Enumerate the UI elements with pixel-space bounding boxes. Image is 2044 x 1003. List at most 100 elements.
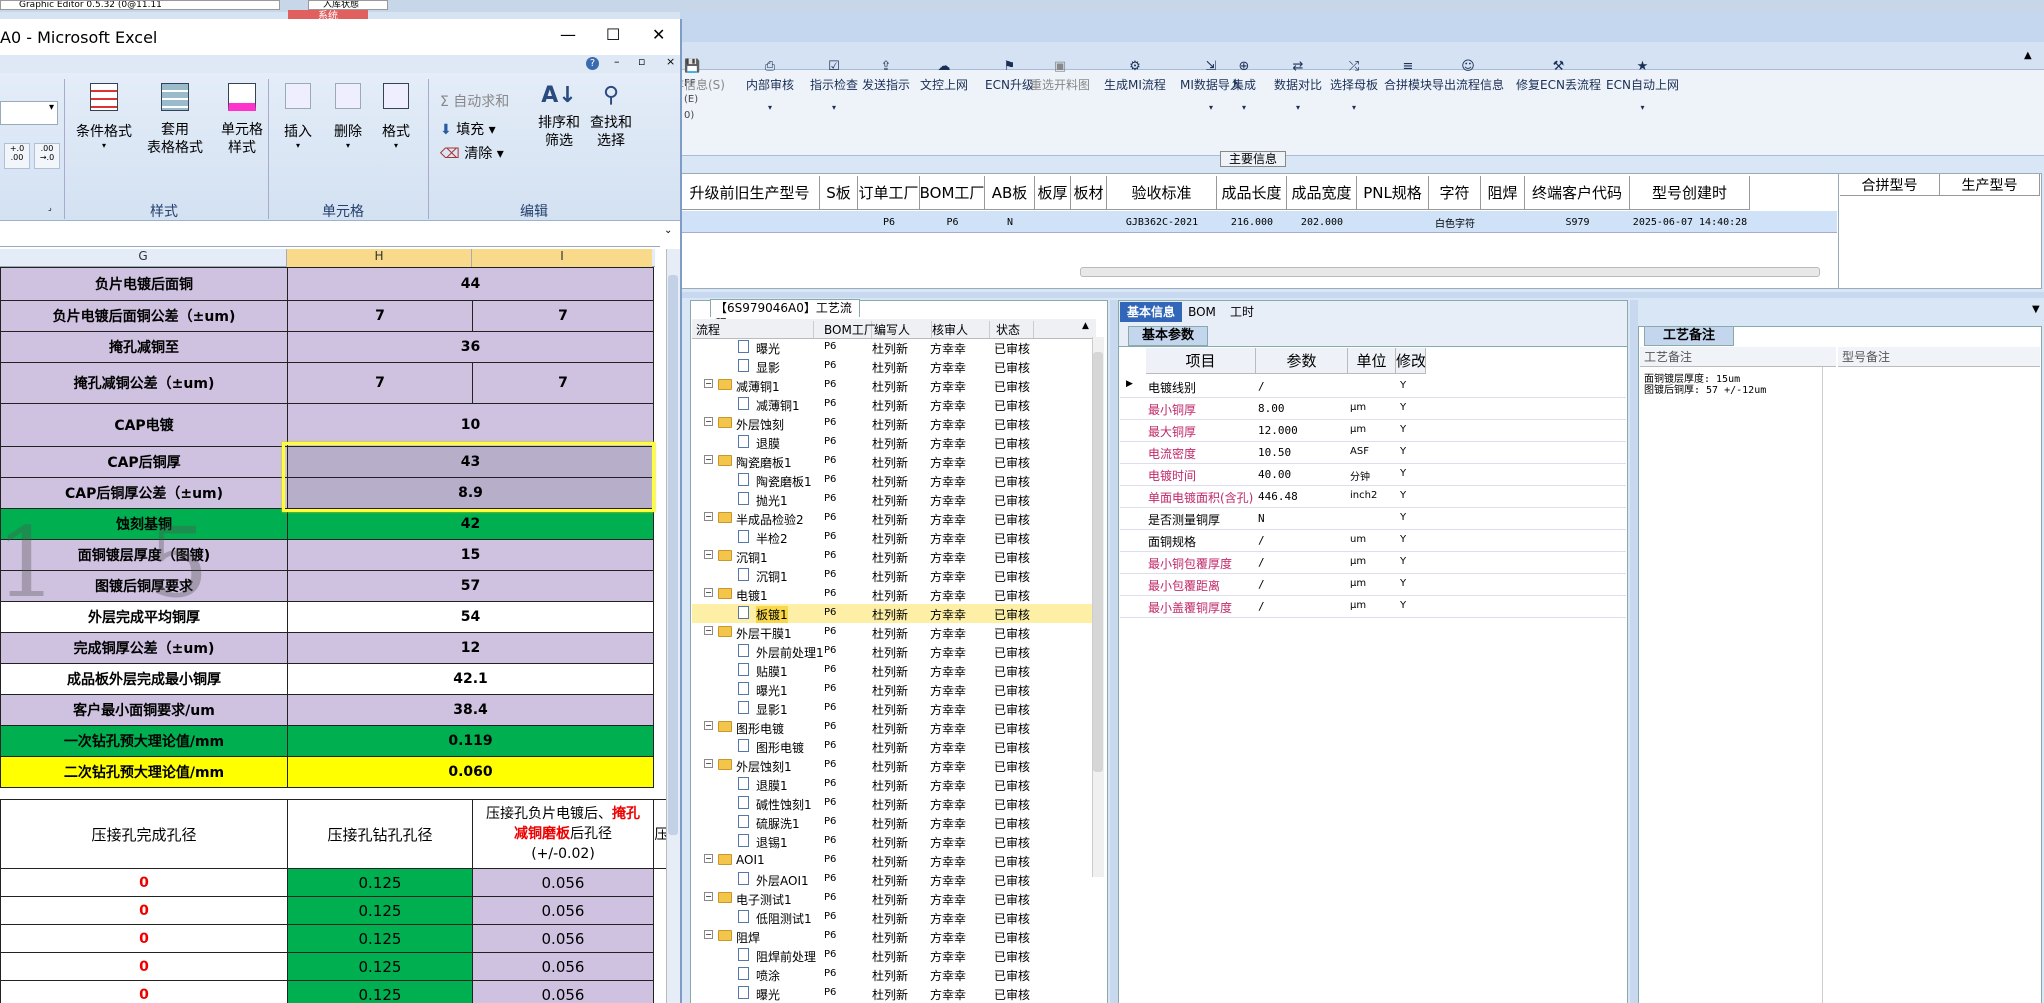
tree-expander-icon[interactable]: − bbox=[704, 417, 713, 426]
note-tab[interactable]: 工艺备注 bbox=[1644, 326, 1734, 346]
process-row[interactable]: − 电镀1 P6 杜列新 方幸幸 已审核 bbox=[692, 585, 1092, 604]
param-row[interactable]: 面铜规格 / um Y bbox=[1120, 530, 1626, 552]
grid-cell-5[interactable] bbox=[1035, 212, 1071, 232]
toolbar-button-13[interactable]: ☺ 导出流程信息 bbox=[1432, 60, 1504, 93]
grid-cell-6[interactable] bbox=[1071, 212, 1107, 232]
process-row[interactable]: − 阻焊 P6 杜列新 方幸幸 已审核 bbox=[692, 927, 1092, 946]
cell-i[interactable]: 7 bbox=[472, 362, 654, 404]
param-header-0[interactable]: 项目 bbox=[1146, 348, 1256, 374]
cell-g[interactable]: 掩孔减铜公差（±um) bbox=[0, 362, 288, 404]
cell-g[interactable]: 二次钻孔预大理论值/mm bbox=[0, 756, 288, 788]
cell-g[interactable]: CAP后铜厚公差（±um) bbox=[0, 477, 288, 509]
cell-g[interactable]: 客户最小面铜要求/um bbox=[0, 694, 288, 726]
grid-header-7[interactable]: 验收标准 bbox=[1107, 176, 1217, 210]
press-cell-h[interactable]: 0.125 bbox=[287, 980, 473, 1003]
press-cell-g[interactable]: 0 bbox=[0, 924, 288, 953]
cell-g[interactable]: 负片电镀后面铜 bbox=[0, 267, 288, 301]
tree-expander-icon[interactable]: − bbox=[704, 854, 713, 863]
process-row[interactable]: 显影 P6 杜列新 方幸幸 已审核 bbox=[692, 357, 1092, 376]
param-tab[interactable]: 基本参数 bbox=[1128, 326, 1208, 346]
process-header-0[interactable]: 流程 bbox=[694, 321, 814, 338]
process-row[interactable]: 曝光 P6 杜列新 方幸幸 已审核 bbox=[692, 984, 1092, 1003]
tree-expander-icon[interactable]: − bbox=[704, 512, 713, 521]
help-icon[interactable]: ? bbox=[586, 57, 599, 70]
toolbar-button-10[interactable]: ⇄ 数据对比 ▾ bbox=[1274, 60, 1322, 113]
param-row[interactable]: 电镀时间 40.00 分钟 Y bbox=[1120, 464, 1626, 486]
toolbar-button-6[interactable]: ▣ 重选开料图 bbox=[1030, 60, 1090, 93]
process-row[interactable]: 减薄铜1 P6 杜列新 方幸幸 已审核 bbox=[692, 395, 1092, 414]
process-row[interactable]: 外层AOI1 P6 杜列新 方幸幸 已审核 bbox=[692, 870, 1092, 889]
cell-g[interactable]: CAP电镀 bbox=[0, 403, 288, 447]
toolbar-button-12[interactable]: ≡ 合拼模块 bbox=[1384, 60, 1432, 93]
column-header-i[interactable]: I bbox=[472, 249, 652, 267]
param-row[interactable]: 是否测量铜厚 N Y bbox=[1120, 508, 1626, 530]
number-launcher-icon[interactable]: ⌟ bbox=[48, 203, 52, 212]
process-header-3[interactable]: 核审人 bbox=[930, 321, 990, 338]
panel-splitter-1[interactable] bbox=[1110, 300, 1118, 1003]
toolbar-button-11[interactable]: ⤮ 选择母板 ▾ bbox=[1330, 60, 1378, 113]
cell-h[interactable]: 0.119 bbox=[287, 725, 654, 757]
ribbon-min-icon[interactable]: – bbox=[614, 55, 620, 68]
process-row[interactable]: 低阻测试1 P6 杜列新 方幸幸 已审核 bbox=[692, 908, 1092, 927]
grid-header-0[interactable]: 升级前旧生产型号 bbox=[680, 176, 820, 210]
press-cell-h[interactable]: 0.125 bbox=[287, 924, 473, 953]
grid-cell-0[interactable] bbox=[680, 212, 820, 232]
toolbar-button-2[interactable]: ☑ 指示检查 ▾ bbox=[810, 60, 858, 113]
process-row[interactable]: 阻焊前处理 P6 杜列新 方幸幸 已审核 bbox=[692, 946, 1092, 965]
info-tab-0[interactable]: 基本信息 bbox=[1120, 302, 1182, 322]
process-row[interactable]: 退锡1 P6 杜列新 方幸幸 已审核 bbox=[692, 832, 1092, 851]
param-row[interactable]: ▶ 电镀线别 / Y bbox=[1120, 376, 1626, 398]
process-row[interactable]: 显影1 P6 杜列新 方幸幸 已审核 bbox=[692, 699, 1092, 718]
cell-h[interactable]: 12 bbox=[287, 632, 654, 664]
process-row[interactable]: − 图形电镀 P6 杜列新 方幸幸 已审核 bbox=[692, 718, 1092, 737]
process-header-4[interactable]: 状态 bbox=[994, 321, 1034, 338]
column-header-h[interactable]: H bbox=[287, 249, 472, 267]
ribbon-close-icon[interactable]: × bbox=[666, 55, 675, 68]
process-row[interactable]: 喷涂 P6 杜列新 方幸幸 已审核 bbox=[692, 965, 1092, 984]
tree-expander-icon[interactable]: − bbox=[704, 588, 713, 597]
grid-cell-8[interactable]: 216.000 bbox=[1217, 212, 1287, 232]
cell-h[interactable]: 54 bbox=[287, 601, 654, 633]
decrease-decimal-icon[interactable]: .00 →.0 bbox=[34, 143, 60, 169]
param-header-1[interactable]: 参数 bbox=[1256, 348, 1348, 374]
grid-header-3[interactable]: BOM工厂 bbox=[920, 176, 985, 210]
grid-cell-9[interactable]: 202.000 bbox=[1287, 212, 1357, 232]
press-header-g[interactable]: 压接孔完成孔径 bbox=[0, 799, 288, 869]
increase-decimal-icon[interactable]: +.0 .00 bbox=[4, 143, 30, 169]
process-row[interactable]: 碱性蚀刻1 P6 杜列新 方幸幸 已审核 bbox=[692, 794, 1092, 813]
cell-h[interactable]: 10 bbox=[287, 403, 654, 447]
tree-expander-icon[interactable]: − bbox=[704, 550, 713, 559]
toolbar-button-3[interactable]: ⇪ 发送指示 bbox=[862, 60, 910, 93]
grid-cell-4[interactable]: N bbox=[985, 212, 1035, 232]
insert-button[interactable]: 插入 ▾ bbox=[278, 83, 318, 150]
cell-g[interactable]: 成品板外层完成最小铜厚 bbox=[0, 663, 288, 695]
grid-header-13[interactable]: 终端客户代码 bbox=[1525, 176, 1630, 210]
cell-h[interactable]: 7 bbox=[287, 362, 473, 404]
erp-collapse-icon[interactable]: ▲ bbox=[2024, 50, 2032, 61]
param-row[interactable]: 最小盖覆铜厚度 / μm Y bbox=[1120, 596, 1626, 618]
cell-h[interactable]: 15 bbox=[287, 539, 654, 571]
grid-cell-13[interactable]: S979 bbox=[1525, 212, 1630, 232]
process-row[interactable]: 退膜1 P6 杜列新 方幸幸 已审核 bbox=[692, 775, 1092, 794]
cell-h[interactable]: 0.060 bbox=[287, 756, 654, 788]
cell-g[interactable]: 负片电镀后面铜公差（±um) bbox=[0, 300, 288, 332]
toolbar-button-4[interactable]: ☁ 文控上网 bbox=[920, 60, 968, 93]
press-cell-i[interactable]: 0.056 bbox=[472, 868, 654, 897]
delete-button[interactable]: 删除 ▾ bbox=[328, 83, 368, 150]
press-cell-h[interactable]: 0.125 bbox=[287, 896, 473, 925]
press-cell-i[interactable]: 0.056 bbox=[472, 952, 654, 981]
process-row[interactable]: 硫脲洗1 P6 杜列新 方幸幸 已审核 bbox=[692, 813, 1092, 832]
sort-filter-button[interactable]: A↓ 排序和 筛选 bbox=[534, 83, 584, 150]
param-row[interactable]: 最大铜厚 12.000 μm Y bbox=[1120, 420, 1626, 442]
process-row[interactable]: 半检2 P6 杜列新 方幸幸 已审核 bbox=[692, 528, 1092, 547]
param-row[interactable]: 最小铜包覆厚度 / μm Y bbox=[1120, 552, 1626, 574]
param-header-2[interactable]: 单位 bbox=[1348, 348, 1396, 374]
param-header-3[interactable]: 修改 bbox=[1396, 348, 1426, 374]
grid-header-8[interactable]: 成品长度 bbox=[1217, 176, 1287, 210]
process-row[interactable]: − AOI1 P6 杜列新 方幸幸 已审核 bbox=[692, 851, 1092, 870]
process-row[interactable]: − 半成品检验2 P6 杜列新 方幸幸 已审核 bbox=[692, 509, 1092, 528]
grid-header-10[interactable]: PNL规格 bbox=[1357, 176, 1429, 210]
right-header-merge[interactable]: 合拼型号 bbox=[1840, 174, 1940, 196]
right-header-prod[interactable]: 生产型号 bbox=[1940, 174, 2040, 196]
find-select-button[interactable]: ⚲ 查找和 选择 bbox=[586, 83, 636, 150]
